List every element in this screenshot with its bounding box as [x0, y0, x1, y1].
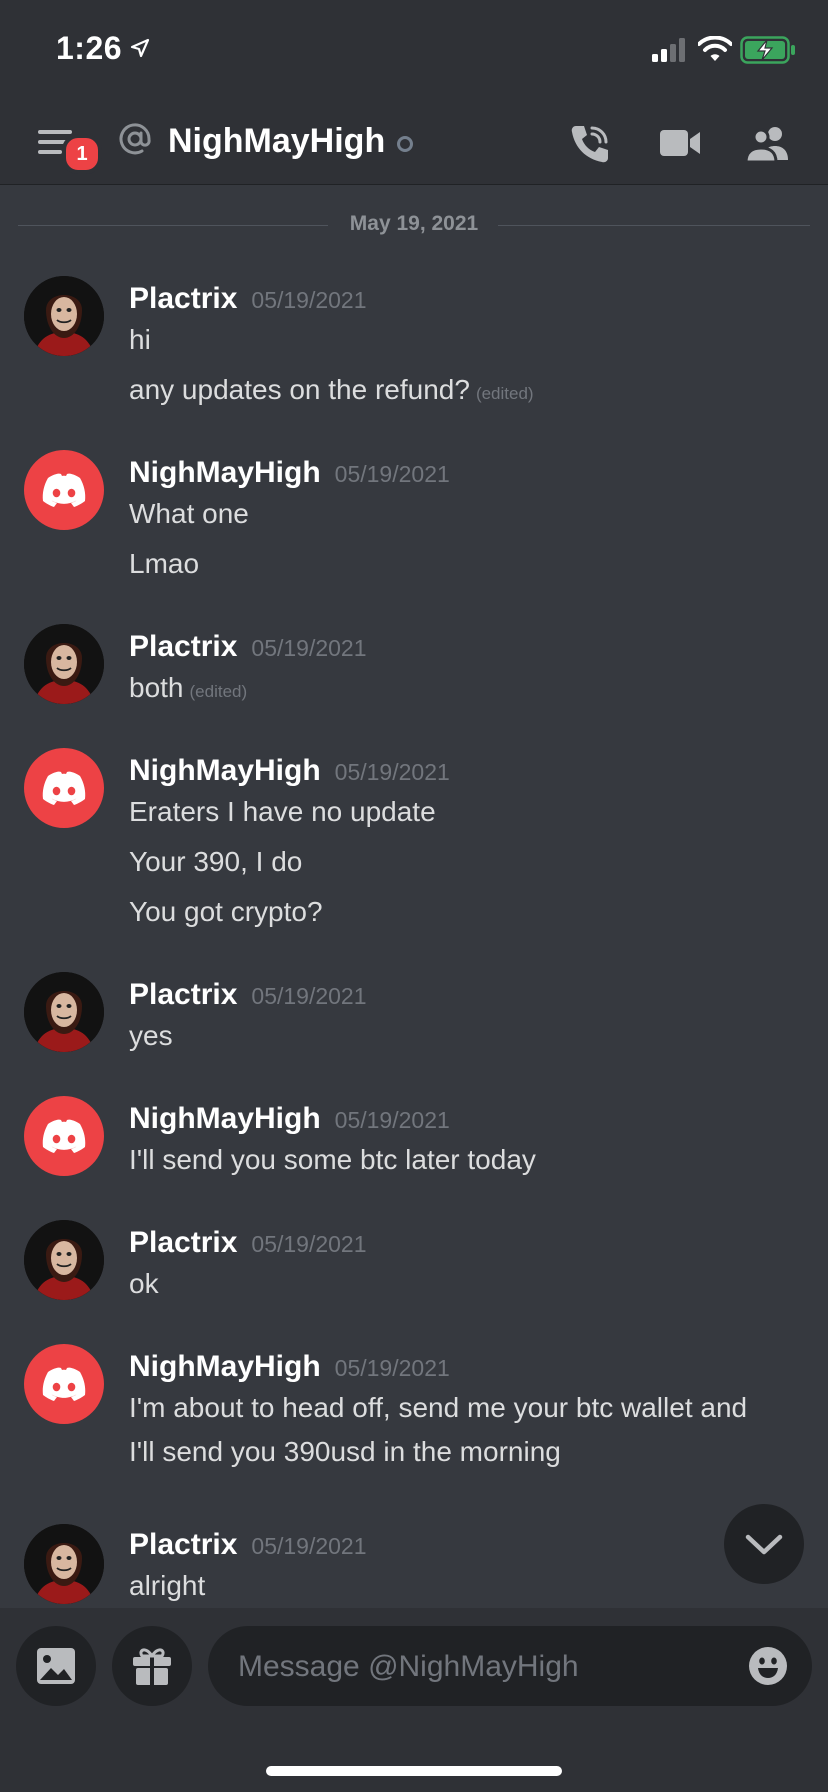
message-author[interactable]: Plactrix 05/19/2021 — [129, 1528, 367, 1562]
message-timestamp: 05/19/2021 — [334, 1107, 450, 1133]
call-icon[interactable] — [568, 122, 612, 166]
message-timestamp: 05/19/2021 — [334, 759, 450, 785]
message-timestamp: 05/19/2021 — [334, 461, 450, 487]
discord-logo-icon — [42, 473, 86, 507]
message-text: Lmao — [129, 548, 200, 579]
message-timestamp: 05/19/2021 — [251, 1231, 367, 1257]
gift-icon — [133, 1648, 171, 1685]
attach-image-button[interactable] — [16, 1626, 96, 1706]
at-icon — [119, 123, 151, 155]
members-icon[interactable] — [744, 124, 792, 164]
message-timestamp: 05/19/2021 — [251, 287, 367, 313]
avatar[interactable] — [24, 1524, 104, 1604]
avatar[interactable] — [24, 1096, 104, 1176]
channel-header: 1 NighMayHigh — [0, 100, 828, 185]
status-time: 1:26 — [56, 30, 123, 66]
status-bar: 1:26 — [0, 0, 828, 100]
avatar[interactable] — [24, 1344, 104, 1424]
message-text: any updates on the refund? (edited) — [129, 374, 534, 405]
divider-date: May 19, 2021 — [349, 212, 479, 235]
message-author[interactable]: NighMayHigh 05/19/2021 — [129, 1350, 450, 1384]
edited-label: (edited) — [475, 384, 534, 403]
message-timestamp: 05/19/2021 — [334, 1355, 450, 1381]
discord-logo-icon — [42, 1119, 86, 1153]
location-arrow-icon — [130, 38, 150, 58]
profile-picture-icon — [24, 276, 104, 356]
avatar[interactable] — [24, 624, 104, 704]
scroll-to-bottom-button[interactable] — [724, 1504, 804, 1584]
avatar[interactable] — [24, 276, 104, 356]
avatar[interactable] — [24, 972, 104, 1052]
emoji-icon[interactable] — [748, 1646, 788, 1686]
profile-picture-icon — [24, 1524, 104, 1604]
message-text: You got crypto? — [129, 896, 323, 927]
battery-charging-icon — [740, 36, 795, 64]
image-icon — [37, 1648, 75, 1684]
message-text: What one — [129, 498, 249, 529]
gift-button[interactable] — [112, 1626, 192, 1706]
message-text: yes — [129, 1020, 173, 1051]
message-author[interactable]: Plactrix 05/19/2021 — [129, 282, 367, 316]
message-text: alright — [129, 1570, 206, 1601]
message-text: both (edited) — [129, 672, 248, 703]
avatar[interactable] — [24, 748, 104, 828]
message-input-container — [208, 1626, 812, 1708]
message-text: I'll send you 390usd in the morning — [129, 1436, 561, 1467]
message-text: I'll send you some btc later today — [129, 1144, 536, 1175]
divider-line — [498, 225, 810, 226]
message-timestamp: 05/19/2021 — [251, 1533, 367, 1559]
profile-picture-icon — [24, 1220, 104, 1300]
cellular-signal-icon — [652, 38, 685, 62]
channel-name: NighMayHigh — [168, 122, 386, 160]
discord-logo-icon — [42, 1367, 86, 1401]
message-text: Eraters I have no update — [129, 796, 436, 827]
message-author[interactable]: Plactrix 05/19/2021 — [129, 1226, 367, 1260]
message-author[interactable]: NighMayHigh 05/19/2021 — [129, 754, 450, 788]
profile-picture-icon — [24, 624, 104, 704]
avatar[interactable] — [24, 1220, 104, 1300]
unread-badge: 1 — [62, 134, 102, 174]
edited-label: (edited) — [189, 682, 248, 701]
date-divider: May 19, 2021 — [18, 210, 810, 240]
message-text: ok — [129, 1268, 159, 1299]
profile-picture-icon — [24, 972, 104, 1052]
message-author[interactable]: NighMayHigh 05/19/2021 — [129, 1102, 450, 1136]
message-author[interactable]: NighMayHigh 05/19/2021 — [129, 456, 450, 490]
avatar[interactable] — [24, 450, 104, 530]
discord-logo-icon — [42, 771, 86, 805]
message-timestamp: 05/19/2021 — [251, 635, 367, 661]
message-timestamp: 05/19/2021 — [251, 983, 367, 1009]
message-text: I'm about to head off, send me your btc … — [129, 1392, 748, 1423]
video-icon[interactable] — [658, 126, 702, 162]
message-author[interactable]: Plactrix 05/19/2021 — [129, 978, 367, 1012]
message-text: Your 390, I do — [129, 846, 303, 877]
message-author[interactable]: Plactrix 05/19/2021 — [129, 630, 367, 664]
chevron-down-icon — [745, 1534, 783, 1555]
status-indicator — [397, 136, 413, 152]
message-text: hi — [129, 324, 151, 355]
message-composer — [0, 1608, 828, 1792]
message-input[interactable] — [236, 1626, 720, 1708]
home-indicator — [266, 1766, 562, 1776]
wifi-icon — [698, 36, 732, 61]
